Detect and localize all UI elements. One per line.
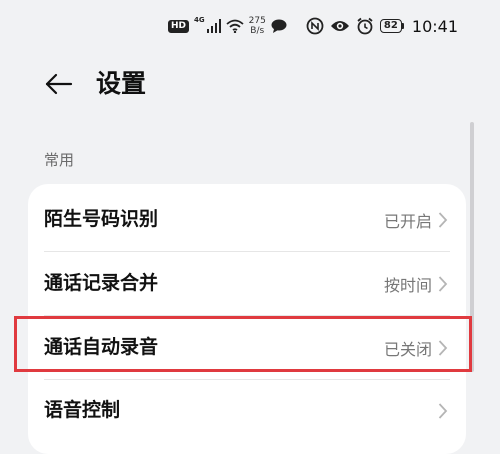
setting-label: 语音控制 bbox=[44, 399, 121, 421]
chevron-right-icon bbox=[438, 275, 448, 292]
back-button[interactable] bbox=[38, 68, 78, 100]
network-speed-value: 275 bbox=[248, 16, 266, 26]
network-speed: 275 B/s bbox=[249, 16, 266, 36]
eye-icon bbox=[330, 21, 349, 31]
setting-value-group bbox=[432, 379, 448, 442]
setting-row-call-log-merge[interactable]: 通话记录合并 按时间 bbox=[28, 252, 466, 315]
chevron-right-icon bbox=[438, 211, 448, 228]
setting-label: 陌生号码识别 bbox=[44, 208, 159, 230]
arrow-left-icon bbox=[45, 73, 73, 95]
status-time: 10:41 bbox=[411, 16, 458, 36]
setting-row-voice-control[interactable]: 语音控制 bbox=[28, 379, 466, 442]
status-bar-right: 82 10:41 bbox=[306, 14, 458, 38]
chevron-right-icon bbox=[438, 402, 448, 419]
alarm-icon bbox=[357, 17, 373, 35]
battery-tip bbox=[401, 23, 404, 29]
hd-icon: HD bbox=[168, 19, 190, 33]
status-bar: HD 4G 275 B/s 82 10:41 bbox=[0, 0, 500, 52]
setting-value-group: 按时间 bbox=[384, 252, 448, 315]
network-type-label: 4G bbox=[194, 16, 205, 24]
nfc-icon bbox=[306, 17, 324, 35]
battery-level: 82 bbox=[379, 19, 402, 33]
network-speed-unit: B/s bbox=[250, 26, 265, 36]
cellular-signal-icon bbox=[206, 19, 221, 33]
header: 设置 bbox=[0, 58, 500, 110]
setting-row-unknown-number-recognition[interactable]: 陌生号码识别 已开启 bbox=[28, 188, 466, 251]
battery-icon: 82 bbox=[379, 19, 404, 33]
setting-value: 已开启 bbox=[383, 211, 432, 231]
wifi-icon bbox=[226, 19, 244, 33]
setting-value: 按时间 bbox=[383, 275, 432, 295]
page-title: 设置 bbox=[96, 69, 147, 98]
setting-label: 通话记录合并 bbox=[44, 272, 159, 294]
status-bar-left: HD 4G 275 B/s bbox=[168, 14, 287, 38]
setting-value-group: 已开启 bbox=[384, 188, 448, 251]
message-bubble-icon bbox=[271, 19, 287, 33]
highlight-box bbox=[14, 316, 472, 372]
section-label-common: 常用 bbox=[44, 151, 75, 169]
